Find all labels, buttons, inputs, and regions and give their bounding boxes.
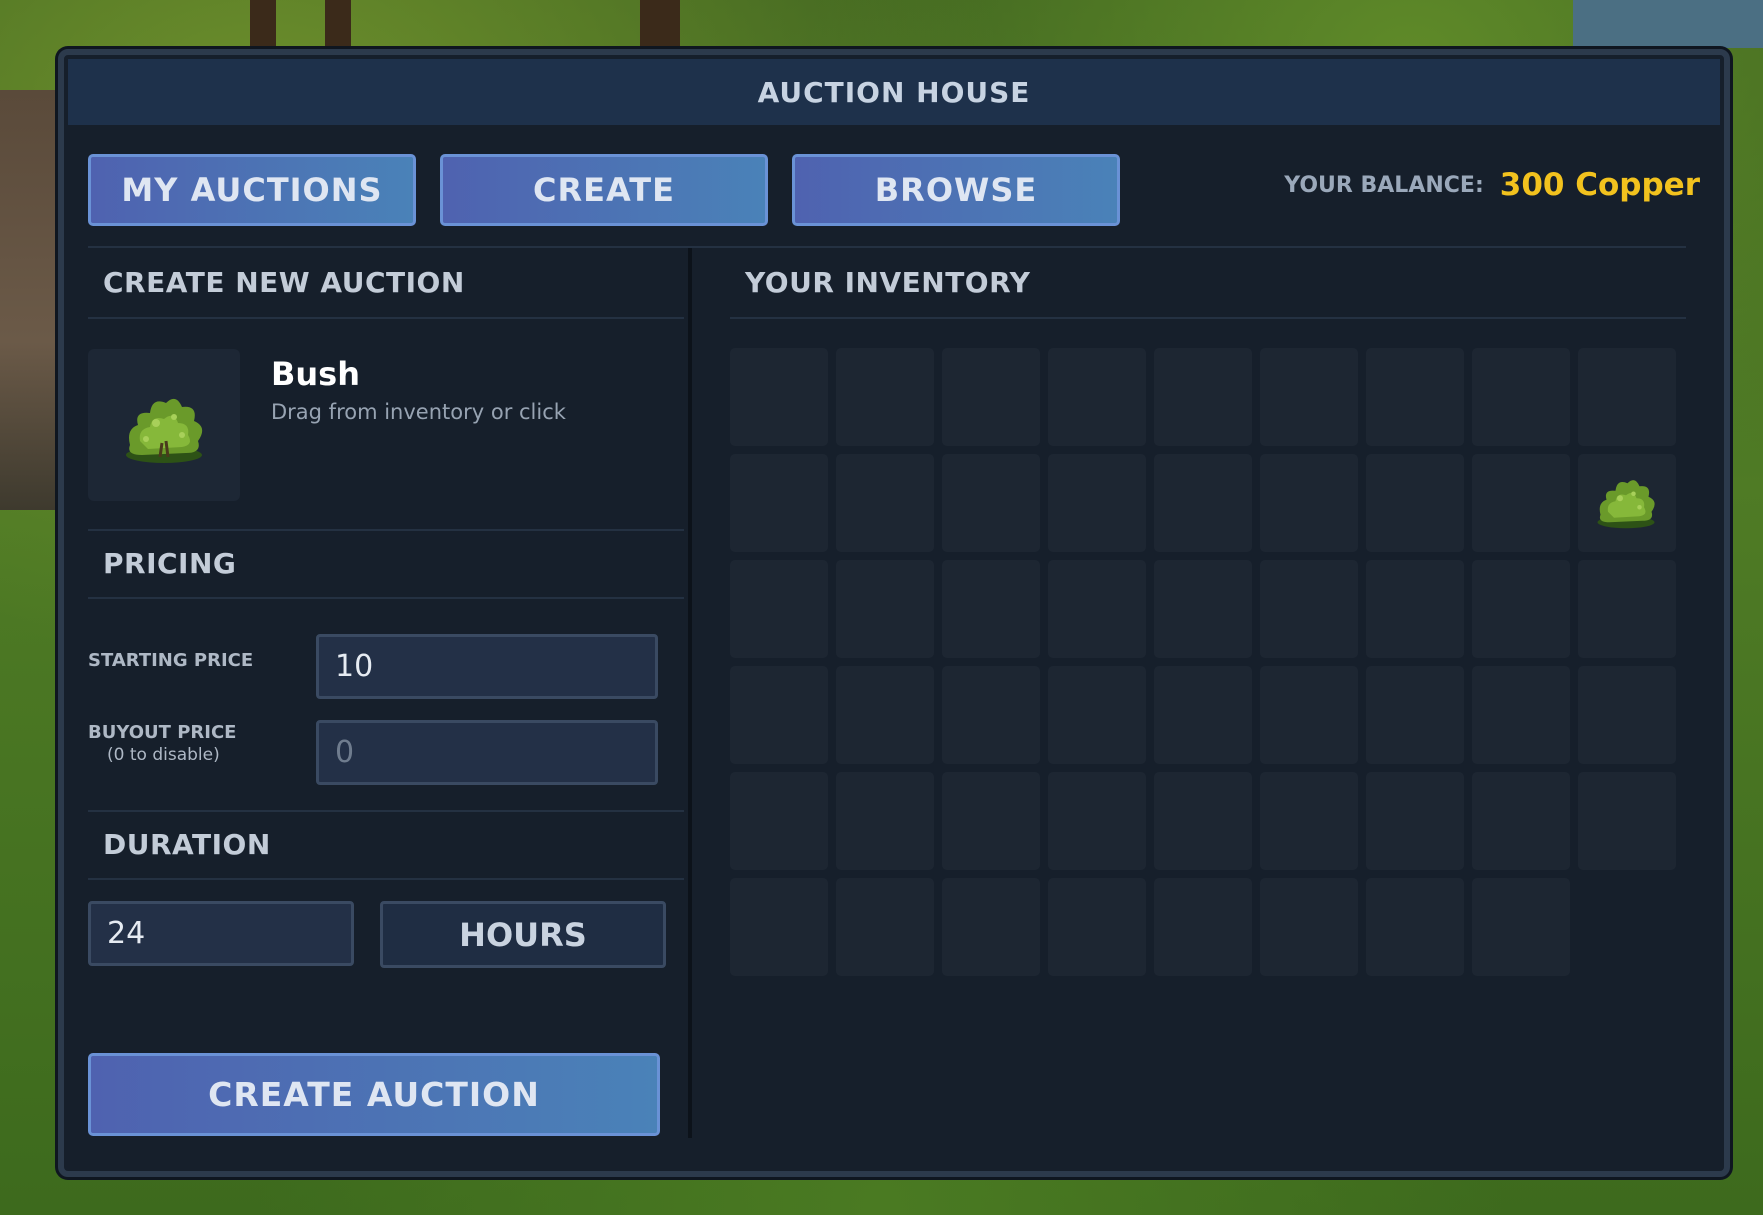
inventory-slot[interactable] <box>1048 454 1146 552</box>
inventory-slot[interactable] <box>1154 560 1252 658</box>
inventory-slot[interactable] <box>942 560 1040 658</box>
pricing-heading: PRICING <box>103 547 237 580</box>
tab-browse[interactable]: BROWSE <box>792 154 1120 226</box>
balance-display: YOUR BALANCE: 300 Copper <box>1284 167 1700 203</box>
tab-my-auctions[interactable]: MY AUCTIONS <box>88 154 416 226</box>
inventory-slot[interactable] <box>1366 878 1464 976</box>
inventory-slot[interactable] <box>1366 454 1464 552</box>
inventory-slot[interactable] <box>836 878 934 976</box>
background-tree-trunk <box>250 0 276 55</box>
bush-icon <box>1597 480 1655 529</box>
inventory-slot[interactable] <box>1048 560 1146 658</box>
inventory-slot[interactable] <box>836 772 934 870</box>
inventory-slot[interactable] <box>1366 348 1464 446</box>
inventory-slot[interactable] <box>836 348 934 446</box>
inventory-slot[interactable] <box>1260 666 1358 764</box>
inventory-slot[interactable] <box>1472 666 1570 764</box>
inventory-slot[interactable] <box>942 454 1040 552</box>
balance-label: YOUR BALANCE: <box>1284 172 1484 198</box>
inventory-slot[interactable] <box>1154 666 1252 764</box>
inventory-slot[interactable] <box>1578 666 1676 764</box>
inventory-slot[interactable] <box>1578 348 1676 446</box>
starting-price-label: STARTING PRICE <box>88 650 254 671</box>
inventory-slot[interactable] <box>1048 666 1146 764</box>
window-title: AUCTION HOUSE <box>757 75 1031 109</box>
divider <box>88 246 1686 248</box>
inventory-slot[interactable] <box>1260 560 1358 658</box>
inventory-slot[interactable] <box>1366 772 1464 870</box>
inventory-slot[interactable] <box>1472 772 1570 870</box>
background-sky <box>1573 0 1763 48</box>
duration-unit-button[interactable]: HOURS <box>380 901 666 968</box>
inventory-slot[interactable] <box>1048 772 1146 870</box>
inventory-slot[interactable] <box>942 878 1040 976</box>
inventory-slot[interactable] <box>1154 454 1252 552</box>
inventory-slot[interactable] <box>836 454 934 552</box>
starting-price-input[interactable]: 10 <box>316 634 658 699</box>
background-tree-trunk <box>325 0 351 55</box>
panel-divider <box>688 248 692 1138</box>
divider <box>88 597 684 599</box>
buyout-price-input[interactable]: 0 <box>316 720 658 785</box>
inventory-slot[interactable] <box>1154 348 1252 446</box>
inventory-slot[interactable] <box>1260 772 1358 870</box>
inventory-slot[interactable] <box>730 772 828 870</box>
divider <box>88 529 684 531</box>
divider <box>88 878 684 880</box>
inventory-slot[interactable] <box>1154 772 1252 870</box>
inventory-heading: YOUR INVENTORY <box>745 266 1031 299</box>
divider <box>88 810 684 812</box>
inventory-slot[interactable] <box>942 772 1040 870</box>
inventory-slot[interactable] <box>730 878 828 976</box>
inventory-slot[interactable] <box>730 454 828 552</box>
inventory-slot[interactable] <box>1578 772 1676 870</box>
item-name: Bush <box>271 355 360 393</box>
divider <box>730 317 1686 319</box>
background-house <box>0 90 58 510</box>
inventory-slot[interactable] <box>1366 560 1464 658</box>
inventory-slot[interactable] <box>942 666 1040 764</box>
inventory-slot[interactable] <box>1260 348 1358 446</box>
inventory-grid <box>730 348 1676 976</box>
inventory-slot[interactable] <box>1472 348 1570 446</box>
inventory-slot[interactable] <box>1472 560 1570 658</box>
inventory-slot[interactable] <box>730 348 828 446</box>
divider <box>88 317 684 319</box>
inventory-slot[interactable] <box>730 560 828 658</box>
inventory-slot[interactable] <box>1578 454 1676 552</box>
inventory-slot[interactable] <box>1578 560 1676 658</box>
inventory-slot[interactable] <box>836 560 934 658</box>
inventory-slot[interactable] <box>942 348 1040 446</box>
inventory-slot[interactable] <box>1472 878 1570 976</box>
inventory-slot[interactable] <box>1260 878 1358 976</box>
buyout-price-label: BUYOUT PRICE <box>88 722 237 743</box>
create-auction-heading: CREATE NEW AUCTION <box>103 266 465 299</box>
background-tree-trunk <box>640 0 680 55</box>
bush-icon <box>126 398 203 463</box>
item-hint: Drag from inventory or click <box>271 400 566 424</box>
inventory-slot[interactable] <box>1260 454 1358 552</box>
inventory-slot[interactable] <box>1048 878 1146 976</box>
duration-heading: DURATION <box>103 828 271 861</box>
create-auction-button[interactable]: CREATE AUCTION <box>88 1053 660 1136</box>
inventory-slot[interactable] <box>730 666 828 764</box>
balance-value: 300 Copper <box>1499 167 1700 203</box>
tab-create[interactable]: CREATE <box>440 154 768 226</box>
inventory-slot[interactable] <box>1048 348 1146 446</box>
auction-house-window: AUCTION HOUSE MY AUCTIONS CREATE BROWSE … <box>58 49 1730 1177</box>
inventory-slot[interactable] <box>1154 878 1252 976</box>
inventory-slot[interactable] <box>1472 454 1570 552</box>
duration-input[interactable]: 24 <box>88 901 354 966</box>
title-bar: AUCTION HOUSE <box>68 59 1720 125</box>
inventory-slot[interactable] <box>1366 666 1464 764</box>
inventory-slot[interactable] <box>836 666 934 764</box>
selected-item-slot[interactable] <box>88 349 240 501</box>
buyout-price-hint: (0 to disable) <box>107 745 220 765</box>
